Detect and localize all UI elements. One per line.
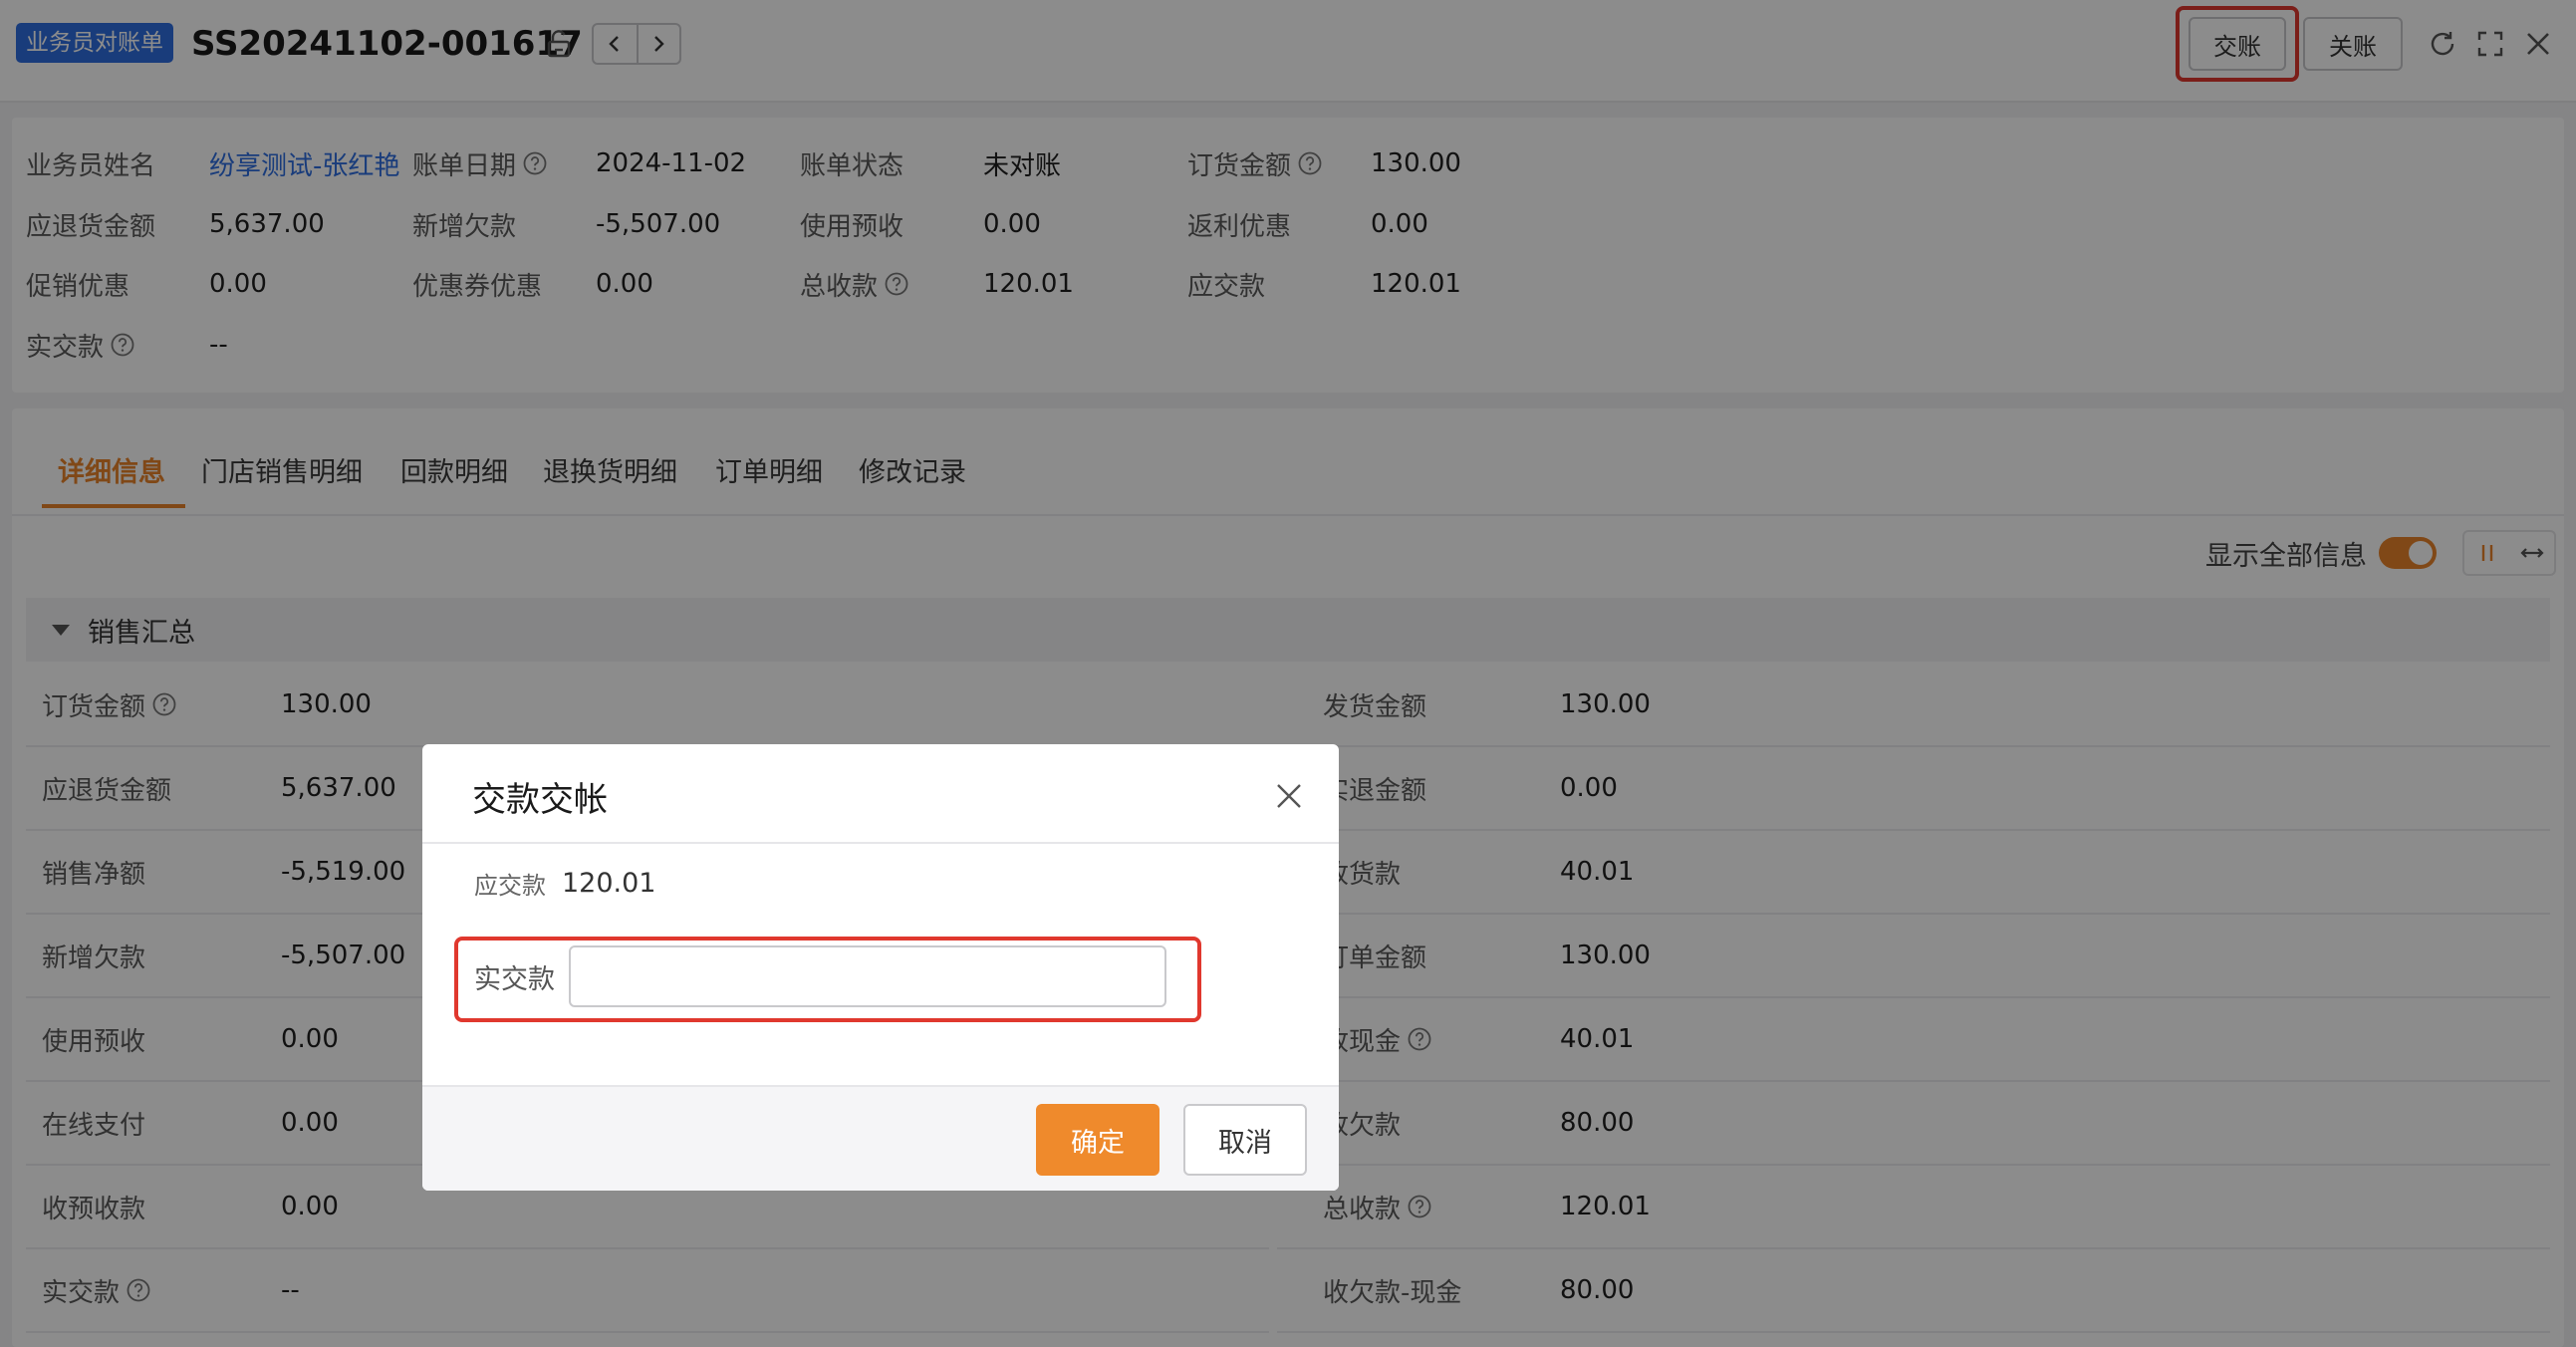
dialog-footer: 确定 取消 [422,1085,1339,1191]
amount-due-label: 应交款 [474,872,546,900]
amount-due-row: 应交款 120.01 [474,866,655,901]
amount-due-value: 120.01 [562,868,656,899]
dialog-title: 交款交帐 [472,780,608,820]
amount-paid-label: 实交款 [474,963,555,995]
page: 业务员对账单 SS20241102-001617 交账 关账 业务员姓名 纷享测试… [0,0,2576,1347]
payment-dialog: 交款交帐 应交款 120.01 实交款 确定 取消 [422,744,1339,1191]
modal-overlay[interactable]: 交款交帐 应交款 120.01 实交款 确定 取消 [0,0,2576,1347]
amount-paid-row: 实交款 [474,945,1166,1007]
cancel-button[interactable]: 取消 [1183,1104,1307,1176]
confirm-button[interactable]: 确定 [1036,1104,1159,1176]
close-icon [1277,784,1301,808]
dialog-close-button[interactable] [1265,772,1313,820]
amount-paid-input[interactable] [569,945,1166,1007]
dialog-divider [422,842,1339,844]
